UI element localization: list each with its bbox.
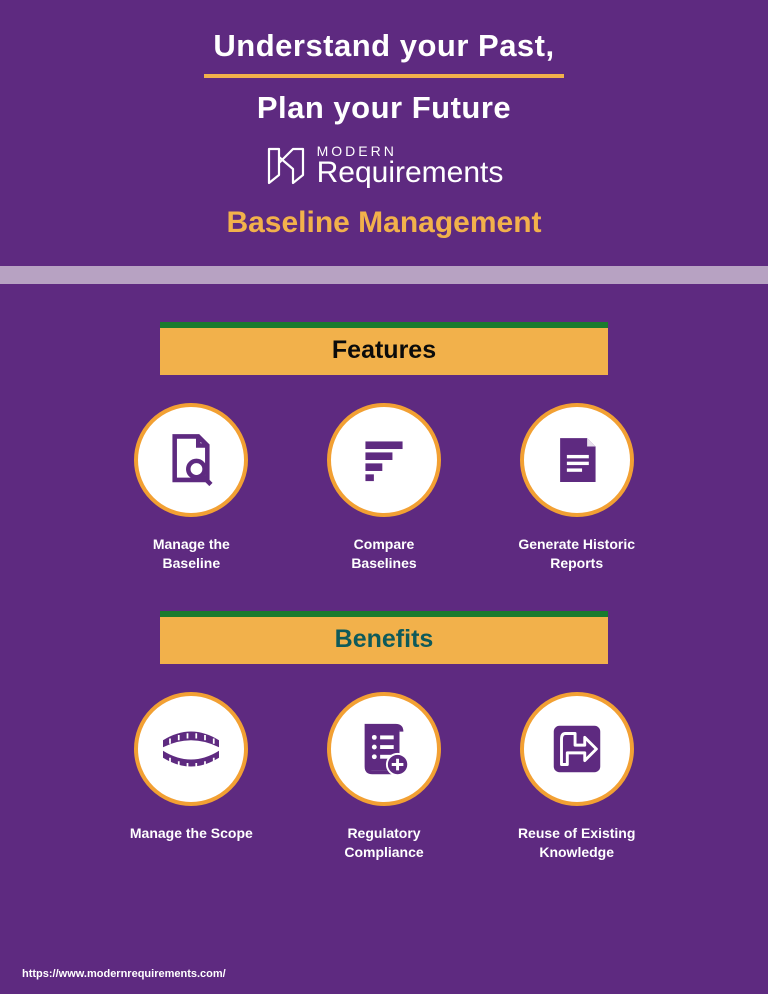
- benefit-item: Reuse of ExistingKnowledge: [485, 692, 668, 862]
- features-header: Features: [160, 328, 608, 375]
- compliance-checklist-icon: [353, 718, 415, 780]
- header: Understand your Past, Plan your Future M…: [0, 0, 768, 240]
- benefit-circle: [134, 692, 248, 806]
- feature-circle: [520, 403, 634, 517]
- measuring-tape-icon: [156, 718, 226, 780]
- benefit-label: RegulatoryCompliance: [293, 824, 476, 862]
- benefit-label: Manage the Scope: [100, 824, 283, 843]
- benefit-circle: [327, 692, 441, 806]
- benefits-header: Benefits: [160, 617, 608, 664]
- benefit-circle: [520, 692, 634, 806]
- reuse-arrow-icon: [546, 718, 608, 780]
- feature-label: Manage theBaseline: [100, 535, 283, 573]
- subtitle: Baseline Management: [0, 206, 768, 240]
- feature-item: CompareBaselines: [293, 403, 476, 573]
- filter-bars-icon: [357, 433, 411, 487]
- report-document-icon: [550, 431, 604, 489]
- feature-item: Manage theBaseline: [100, 403, 283, 573]
- logo-mark-icon: [265, 145, 307, 187]
- logo-requirements: Requirements: [317, 158, 504, 188]
- title-line-1: Understand your Past,: [0, 28, 768, 64]
- document-search-icon: [162, 431, 220, 489]
- title-line-2: Plan your Future: [0, 90, 768, 126]
- benefits-row: Manage the Scope: [100, 692, 668, 862]
- benefits-header-wrap: Benefits: [100, 611, 668, 664]
- benefit-item: RegulatoryCompliance: [293, 692, 476, 862]
- feature-circle: [327, 403, 441, 517]
- divider-bar: [0, 266, 768, 284]
- feature-label: Generate HistoricReports: [485, 535, 668, 573]
- benefit-item: Manage the Scope: [100, 692, 283, 862]
- content: Features Manage theBaseline: [0, 322, 768, 862]
- footer-url: https://www.modernrequirements.com/: [22, 968, 226, 980]
- feature-item: Generate HistoricReports: [485, 403, 668, 573]
- features-title: Features: [332, 336, 436, 364]
- feature-label: CompareBaselines: [293, 535, 476, 573]
- features-row: Manage theBaseline CompareBaselines: [100, 403, 668, 573]
- benefit-label: Reuse of ExistingKnowledge: [485, 824, 668, 862]
- benefits-title: Benefits: [335, 625, 434, 653]
- logo-text: MODERN Requirements: [317, 144, 504, 188]
- feature-circle: [134, 403, 248, 517]
- title-underline: [204, 74, 564, 78]
- logo: MODERN Requirements: [0, 144, 768, 188]
- features-header-wrap: Features: [100, 322, 668, 375]
